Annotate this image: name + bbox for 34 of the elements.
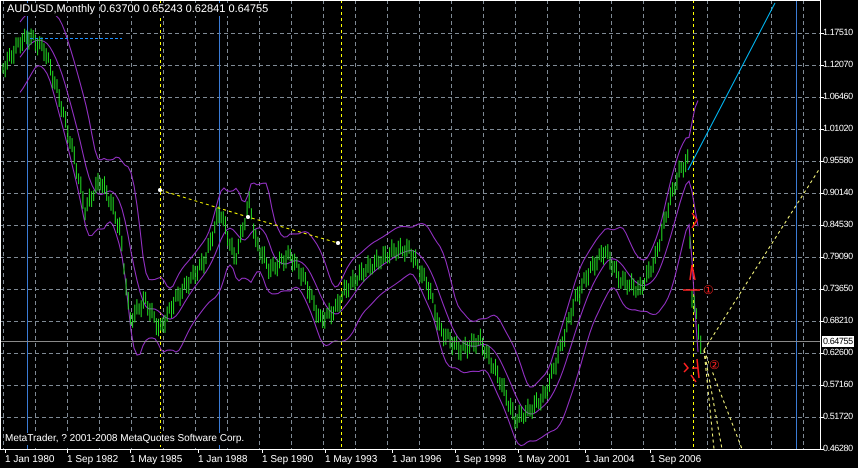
time-axis-label: 1 May 1985 (130, 455, 182, 465)
price-axis-label: 1.06460 (823, 92, 853, 101)
price-axis-label: 0.95580 (823, 156, 853, 165)
price-axis-label: 0.73650 (823, 284, 853, 293)
price-axis-label: 0.51720 (823, 412, 853, 421)
time-axis-label: 1 Jan 1988 (198, 455, 248, 465)
ohlc-values: 0.63700 0.65243 0.62841 0.64755 (100, 3, 268, 16)
time-axis-label: 1 Jan 2004 (585, 455, 634, 465)
wave-label: ① (703, 284, 714, 296)
chart-symbol: AUDUSD,Monthly (7, 3, 96, 16)
price-axis-label: 1.12070 (823, 60, 853, 69)
wave-label: ② (709, 359, 720, 371)
time-axis-label: 1 May 1993 (325, 455, 378, 465)
price-axis-label: 0.57160 (823, 380, 853, 389)
time-axis-label: 1 Sep 1990 (262, 455, 314, 465)
time-axis-label: 1 May 2001 (518, 455, 570, 465)
anchor-point-icon (246, 215, 250, 219)
price-axis-label: 1.01020 (823, 124, 853, 133)
price-axis-label: 0.90140 (823, 188, 853, 197)
price-axis-label: 0.62600 (823, 348, 853, 357)
time-axis-label: 1 Sep 1998 (455, 455, 506, 465)
time-axis-label: 1 Sep 2006 (650, 455, 702, 465)
time-axis-label: 1 Jan 1996 (392, 455, 442, 465)
time-axis-label: 1 Jan 1980 (5, 455, 54, 465)
time-axis-label: 1 Sep 1982 (67, 455, 118, 465)
anchor-point-icon (158, 188, 162, 192)
price-axis-label: 0.68210 (823, 316, 853, 325)
price-axis-label: 1.17510 (823, 28, 853, 37)
anchor-point-icon (336, 241, 340, 245)
price-axis-label: 0.84530 (823, 220, 853, 229)
copyright-text: MetaTrader, ? 2001-2008 MetaQuotes Software Corp. (5, 433, 244, 445)
current-price-label: 0.64755 (822, 336, 854, 347)
price-axis-label: 0.46280 (823, 444, 853, 453)
price-axis-label: 0.79090 (823, 252, 853, 261)
